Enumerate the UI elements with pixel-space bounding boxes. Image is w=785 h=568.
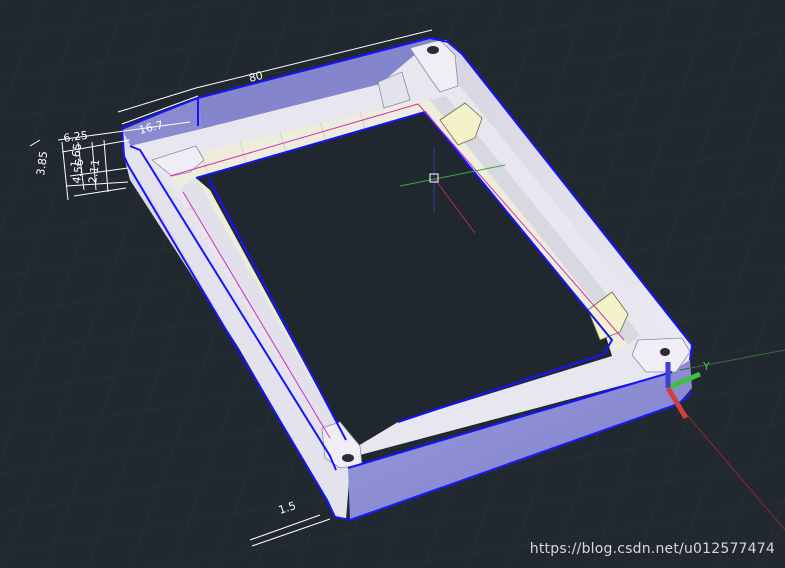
cad-model-view[interactable]: Y 80 6.25 16.7 3.85 1.65 4.56 2.11 1.5 [0, 0, 785, 568]
cad-viewport[interactable]: Y 80 6.25 16.7 3.85 1.65 4.56 2.11 1.5 h… [0, 0, 785, 568]
watermark-text: https://blog.csdn.net/u012577474 [529, 541, 775, 557]
ucs-y-axis-label: Y [702, 360, 710, 373]
